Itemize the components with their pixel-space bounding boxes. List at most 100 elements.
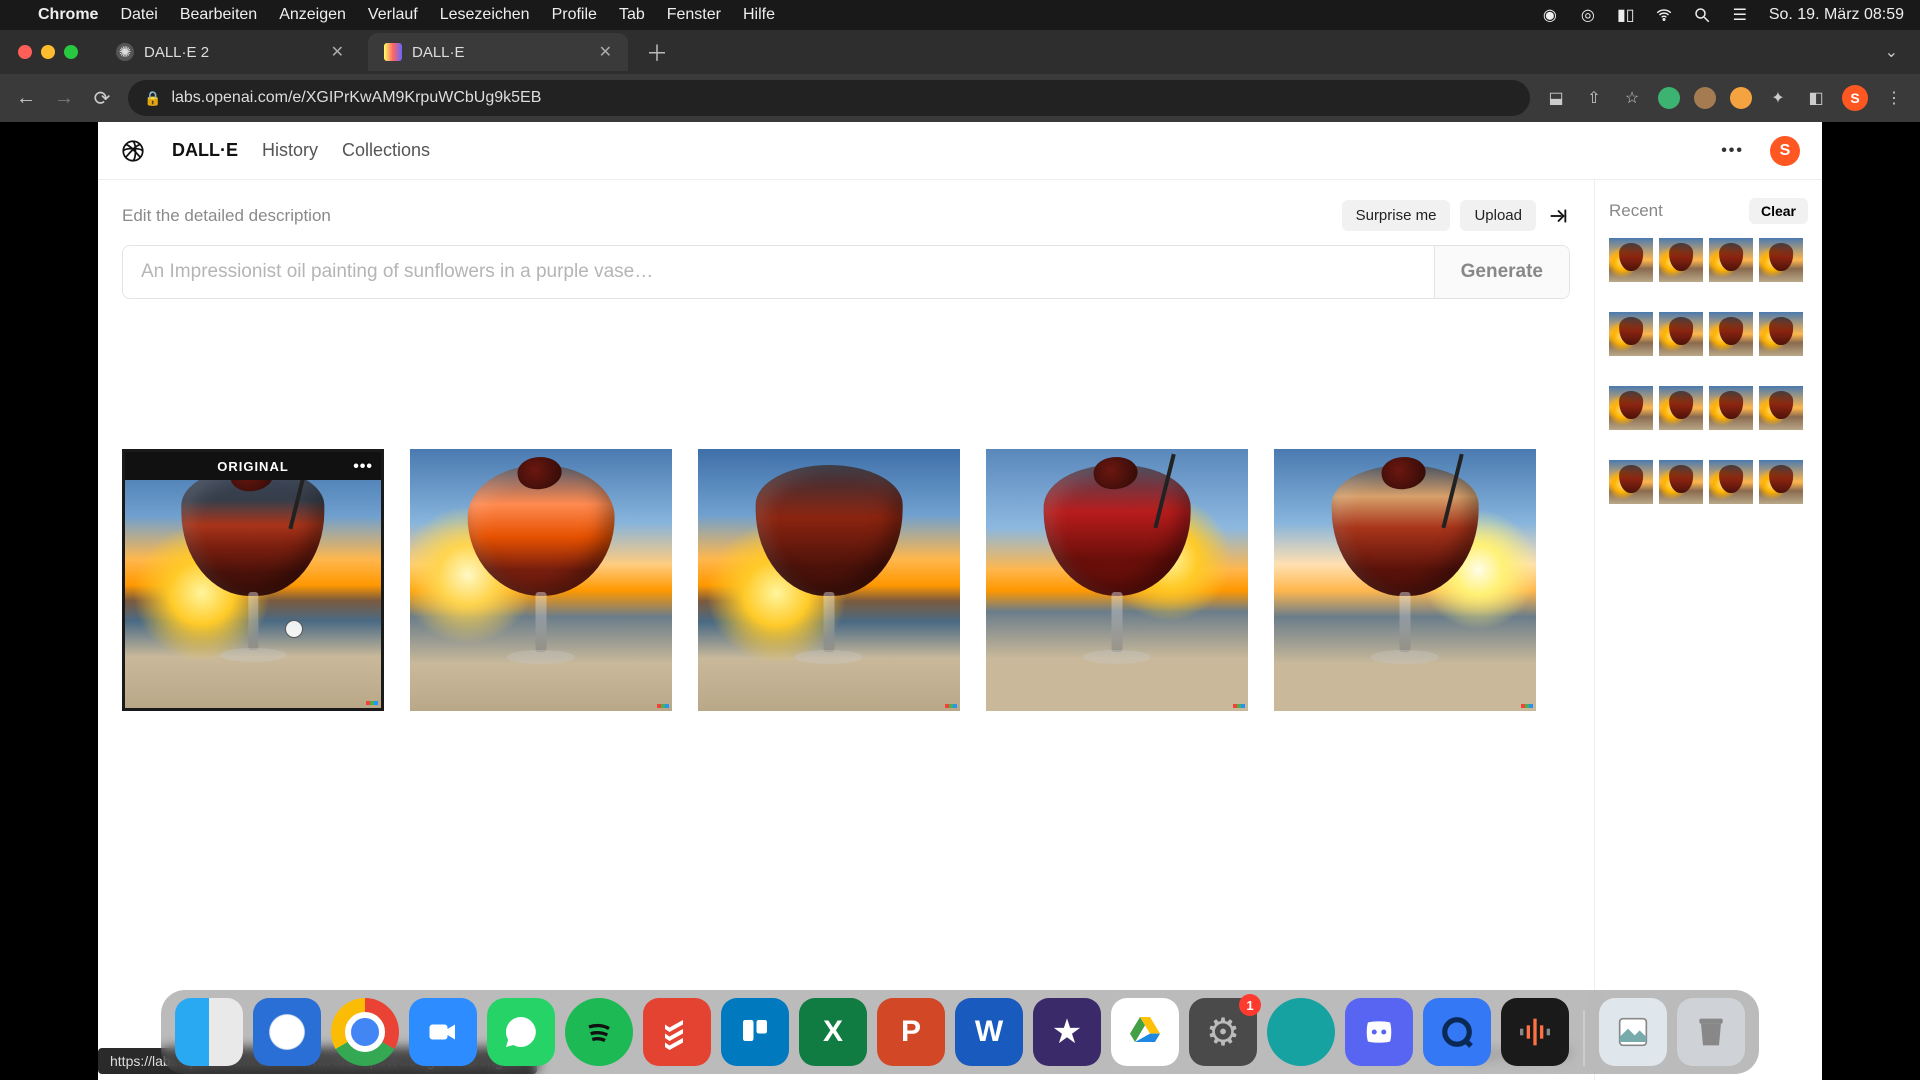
- menu-datei[interactable]: Datei: [120, 6, 157, 24]
- nav-dalle[interactable]: DALL·E: [172, 140, 238, 161]
- tab-dalle[interactable]: DALL·E ✕: [368, 33, 628, 71]
- dock-quicktime[interactable]: [1423, 998, 1491, 1066]
- dock-imovie[interactable]: ★: [1033, 998, 1101, 1066]
- extension-icon[interactable]: [1730, 87, 1752, 109]
- menu-verlauf[interactable]: Verlauf: [368, 6, 418, 24]
- tab-close-icon[interactable]: ✕: [331, 42, 344, 62]
- bookmark-star-icon[interactable]: ☆: [1620, 86, 1644, 110]
- extension-shield-icon[interactable]: [1658, 87, 1680, 109]
- menu-hilfe[interactable]: Hilfe: [743, 6, 775, 24]
- dock-discord[interactable]: [1345, 998, 1413, 1066]
- window-close-button[interactable]: [18, 45, 32, 59]
- dock-system-settings[interactable]: ⚙1: [1189, 998, 1257, 1066]
- prompt-input[interactable]: [123, 246, 1434, 298]
- dock-excel[interactable]: X: [799, 998, 867, 1066]
- favicon-icon: [384, 43, 402, 61]
- recent-thumb[interactable]: [1709, 460, 1753, 504]
- recent-thumb[interactable]: [1659, 238, 1703, 282]
- menubar-clock[interactable]: So. 19. März 08:59: [1769, 6, 1904, 24]
- omnibox[interactable]: 🔒 labs.openai.com/e/XGIPrKwAM9KrpuWCbUg9…: [128, 80, 1530, 116]
- dock-finder[interactable]: [175, 998, 243, 1066]
- result-card[interactable]: [410, 449, 672, 711]
- dock-safari[interactable]: [253, 998, 321, 1066]
- recent-thumb[interactable]: [1659, 460, 1703, 504]
- dock-todoist[interactable]: [643, 998, 711, 1066]
- forward-button[interactable]: →: [52, 87, 76, 110]
- dock-whatsapp[interactable]: [487, 998, 555, 1066]
- menu-profile[interactable]: Profile: [552, 6, 597, 24]
- surprise-me-button[interactable]: Surprise me: [1342, 200, 1451, 231]
- dock-badge: 1: [1239, 994, 1261, 1016]
- menu-tab[interactable]: Tab: [619, 6, 645, 24]
- dock-chrome[interactable]: [331, 998, 399, 1066]
- window-maximize-button[interactable]: [64, 45, 78, 59]
- window-minimize-button[interactable]: [41, 45, 55, 59]
- side-panel-icon[interactable]: ◧: [1804, 86, 1828, 110]
- edit-description-label: Edit the detailed description: [122, 206, 1332, 226]
- dock-trello[interactable]: [721, 998, 789, 1066]
- tab-dalle2[interactable]: ✺ DALL·E 2 ✕: [100, 33, 360, 71]
- screen-record-icon[interactable]: ◎: [1579, 6, 1597, 24]
- install-app-icon[interactable]: ⬓: [1544, 86, 1568, 110]
- recent-thumb[interactable]: [1759, 460, 1803, 504]
- header-more-icon[interactable]: •••: [1721, 142, 1744, 160]
- dock-zoom[interactable]: [409, 998, 477, 1066]
- dock-app-teal[interactable]: [1267, 998, 1335, 1066]
- macos-dock: X P W ★ ⚙1: [161, 990, 1759, 1074]
- dock-audio-app[interactable]: [1501, 998, 1569, 1066]
- submit-arrow-icon[interactable]: [1546, 204, 1570, 228]
- menubar-app-name[interactable]: Chrome: [38, 6, 98, 24]
- recent-thumb[interactable]: [1609, 386, 1653, 430]
- tab-close-icon[interactable]: ✕: [599, 42, 612, 62]
- back-button[interactable]: ←: [14, 87, 38, 110]
- extensions-puzzle-icon[interactable]: ✦: [1766, 86, 1790, 110]
- dock-spotify[interactable]: [565, 998, 633, 1066]
- profile-avatar[interactable]: S: [1842, 85, 1868, 111]
- recent-thumb[interactable]: [1709, 312, 1753, 356]
- dock-powerpoint[interactable]: P: [877, 998, 945, 1066]
- recent-thumb[interactable]: [1659, 312, 1703, 356]
- browser-menu-icon[interactable]: ⋮: [1882, 86, 1906, 110]
- control-center-icon[interactable]: ☰: [1731, 6, 1749, 24]
- card-more-icon[interactable]: •••: [353, 458, 373, 476]
- upload-button[interactable]: Upload: [1460, 200, 1536, 231]
- nav-history[interactable]: History: [262, 140, 318, 161]
- menu-bearbeiten[interactable]: Bearbeiten: [180, 6, 257, 24]
- recent-thumb[interactable]: [1609, 460, 1653, 504]
- dock-preview[interactable]: [1599, 998, 1667, 1066]
- lock-icon: 🔒: [144, 90, 161, 107]
- result-card[interactable]: [986, 449, 1248, 711]
- recent-thumb[interactable]: [1759, 238, 1803, 282]
- share-icon[interactable]: ⇧: [1582, 86, 1606, 110]
- tab-strip: ✺ DALL·E 2 ✕ DALL·E ✕ ＋ ⌄: [0, 30, 1920, 74]
- recent-thumb[interactable]: [1659, 386, 1703, 430]
- result-card[interactable]: [698, 449, 960, 711]
- tab-list-chevron-icon[interactable]: ⌄: [1885, 42, 1898, 62]
- result-card-original[interactable]: ORIGINAL •••: [122, 449, 384, 711]
- generate-button[interactable]: Generate: [1434, 246, 1569, 298]
- nav-collections[interactable]: Collections: [342, 140, 430, 161]
- wifi-icon[interactable]: [1655, 6, 1673, 24]
- dock-word[interactable]: W: [955, 998, 1023, 1066]
- menu-anzeigen[interactable]: Anzeigen: [279, 6, 346, 24]
- extension-icon[interactable]: [1694, 87, 1716, 109]
- recent-thumb[interactable]: [1709, 238, 1753, 282]
- recent-thumb[interactable]: [1609, 312, 1653, 356]
- menu-lesezeichen[interactable]: Lesezeichen: [440, 6, 530, 24]
- clear-button[interactable]: Clear: [1749, 198, 1808, 224]
- record-icon[interactable]: ◉: [1541, 6, 1559, 24]
- menu-fenster[interactable]: Fenster: [667, 6, 721, 24]
- dock-google-drive[interactable]: [1111, 998, 1179, 1066]
- recent-thumb[interactable]: [1759, 386, 1803, 430]
- new-tab-button[interactable]: ＋: [636, 36, 678, 68]
- openai-logo-icon[interactable]: [120, 138, 146, 164]
- recent-thumb[interactable]: [1709, 386, 1753, 430]
- header-avatar[interactable]: S: [1770, 136, 1800, 166]
- spotlight-icon[interactable]: [1693, 6, 1711, 24]
- battery-icon[interactable]: ▮▯: [1617, 6, 1635, 24]
- result-card[interactable]: [1274, 449, 1536, 711]
- reload-button[interactable]: ⟳: [90, 86, 114, 111]
- recent-thumb[interactable]: [1759, 312, 1803, 356]
- recent-thumb[interactable]: [1609, 238, 1653, 282]
- dock-trash[interactable]: [1677, 998, 1745, 1066]
